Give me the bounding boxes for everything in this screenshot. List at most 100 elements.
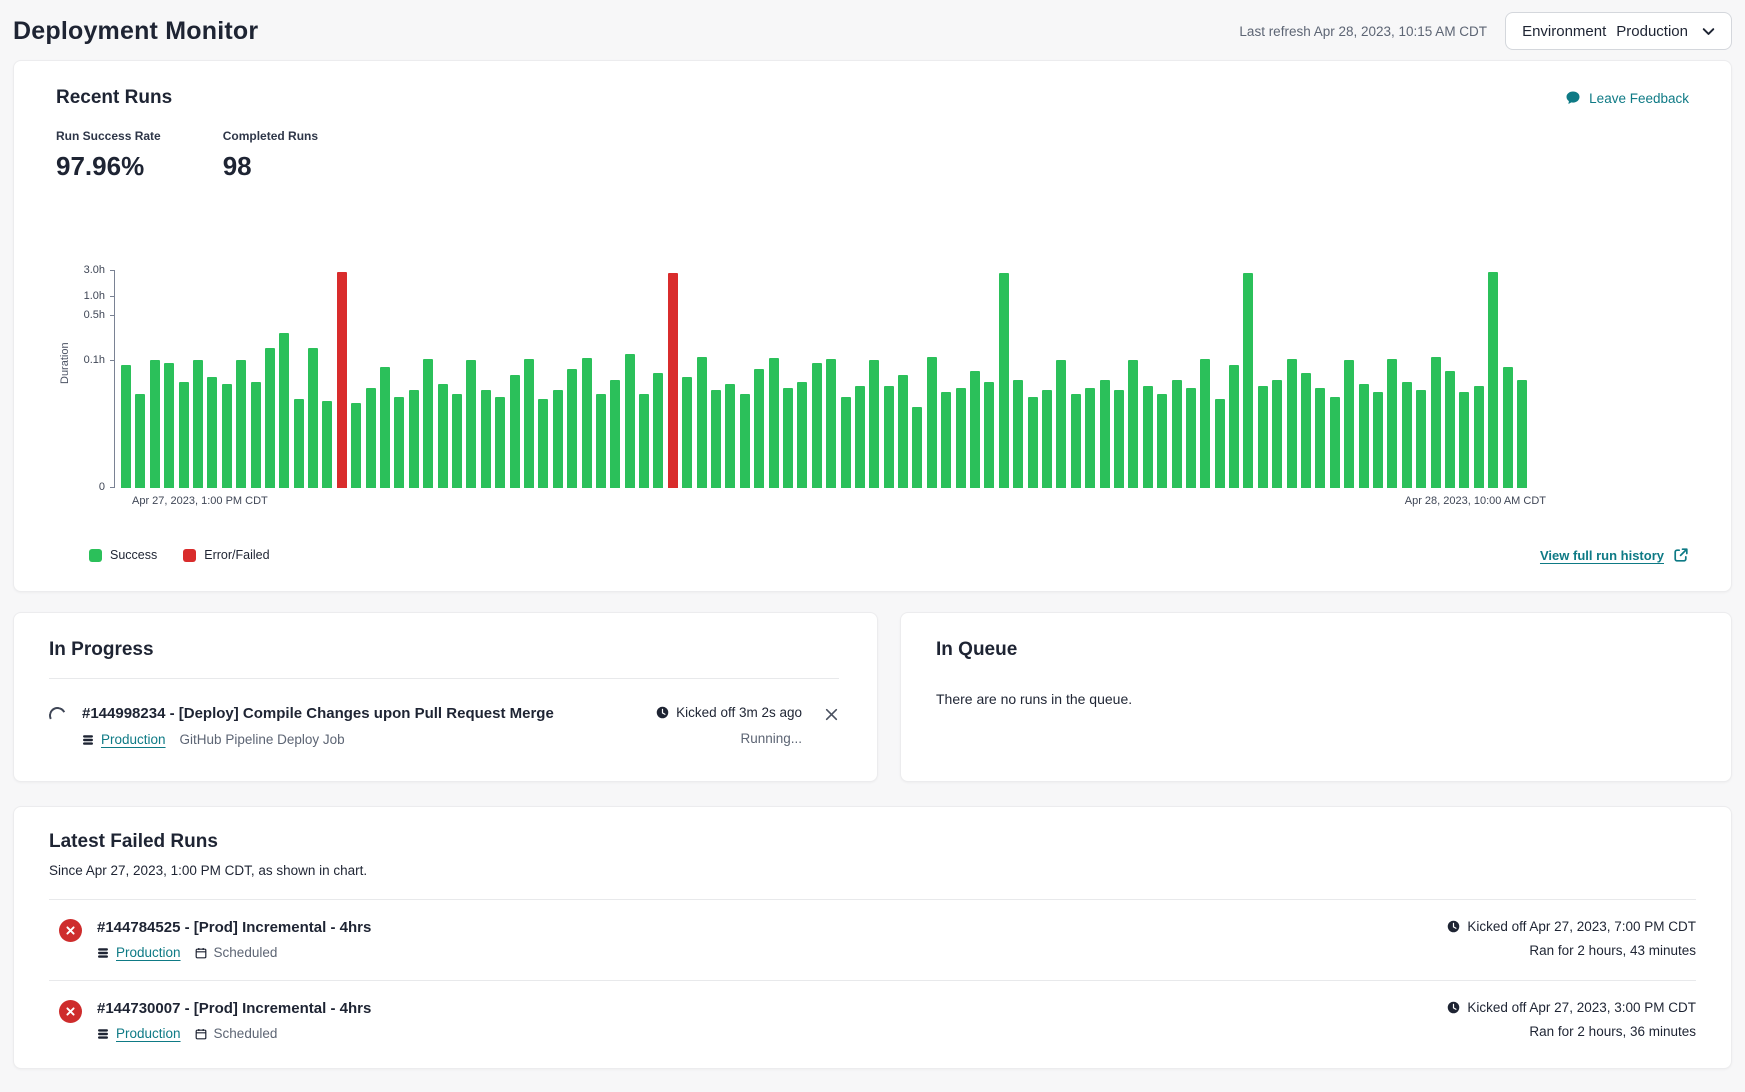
environment-selector[interactable]: Environment Production <box>1505 12 1732 50</box>
run-bar-success[interactable] <box>251 382 261 488</box>
run-bar-success[interactable] <box>308 348 318 488</box>
run-bar-success[interactable] <box>1459 392 1469 488</box>
run-bar-success[interactable] <box>394 397 404 488</box>
run-bar-success[interactable] <box>1402 382 1412 488</box>
run-bar-success[interactable] <box>1359 384 1369 488</box>
run-bar-success[interactable] <box>567 369 577 488</box>
run-bar-success[interactable] <box>1028 397 1038 488</box>
run-bar-success[interactable] <box>884 386 894 488</box>
run-bar-success[interactable] <box>1157 394 1167 488</box>
run-bar-success[interactable] <box>1172 380 1182 488</box>
environment-tag[interactable]: Production <box>97 945 181 960</box>
run-bar-success[interactable] <box>812 363 822 488</box>
environment-link[interactable]: Production <box>101 732 166 747</box>
run-bar-failed[interactable] <box>668 273 678 488</box>
run-bar-success[interactable] <box>740 394 750 488</box>
run-bar-success[interactable] <box>466 360 476 488</box>
run-bar-success[interactable] <box>1143 386 1153 488</box>
run-bar-success[interactable] <box>524 359 534 488</box>
run-bar-success[interactable] <box>279 333 289 488</box>
run-bar-success[interactable] <box>1330 397 1340 488</box>
run-bar-success[interactable] <box>639 394 649 488</box>
run-bar-success[interactable] <box>1517 380 1527 488</box>
run-bar-success[interactable] <box>438 384 448 488</box>
run-bar-success[interactable] <box>351 403 361 488</box>
run-bar-success[interactable] <box>697 357 707 488</box>
run-bar-success[interactable] <box>164 363 174 488</box>
run-bar-success[interactable] <box>1431 357 1441 488</box>
run-bar-success[interactable] <box>1301 373 1311 488</box>
run-bar-success[interactable] <box>294 399 304 488</box>
run-bar-success[interactable] <box>1215 399 1225 488</box>
run-bar-success[interactable] <box>1114 390 1124 488</box>
run-bar-success[interactable] <box>653 373 663 488</box>
run-bar-success[interactable] <box>193 360 203 488</box>
run-bar-success[interactable] <box>941 392 951 488</box>
run-bar-success[interactable] <box>1474 386 1484 488</box>
environment-tag[interactable]: Production <box>97 1026 181 1041</box>
run-bar-success[interactable] <box>783 388 793 488</box>
run-bar-success[interactable] <box>1373 392 1383 488</box>
run-bar-success[interactable] <box>423 359 433 488</box>
run-bar-success[interactable] <box>207 377 217 488</box>
run-bar-success[interactable] <box>1128 360 1138 488</box>
run-bar-success[interactable] <box>150 360 160 488</box>
run-bar-success[interactable] <box>495 397 505 488</box>
run-bar-success[interactable] <box>912 407 922 488</box>
run-bar-success[interactable] <box>1186 388 1196 488</box>
run-bar-success[interactable] <box>596 394 606 488</box>
close-icon[interactable] <box>824 707 839 722</box>
run-bar-success[interactable] <box>265 348 275 488</box>
run-bar-success[interactable] <box>970 371 980 488</box>
run-bar-success[interactable] <box>1344 360 1354 488</box>
run-bar-success[interactable] <box>1085 388 1095 488</box>
run-bar-success[interactable] <box>826 359 836 488</box>
run-bar-success[interactable] <box>855 386 865 488</box>
run-bar-success[interactable] <box>682 377 692 488</box>
run-bar-success[interactable] <box>1445 371 1455 488</box>
run-bar-success[interactable] <box>1042 390 1052 488</box>
environment-link[interactable]: Production <box>116 945 181 960</box>
environment-link[interactable]: Production <box>116 1026 181 1041</box>
run-bar-success[interactable] <box>956 388 966 488</box>
run-bar-success[interactable] <box>927 357 937 488</box>
run-bar-success[interactable] <box>1387 359 1397 488</box>
run-bar-success[interactable] <box>625 354 635 488</box>
run-bar-success[interactable] <box>769 358 779 488</box>
run-bar-success[interactable] <box>322 401 332 488</box>
run-bar-success[interactable] <box>121 365 131 488</box>
run-bar-success[interactable] <box>1258 386 1268 488</box>
run-bar-success[interactable] <box>510 375 520 488</box>
run-bar-success[interactable] <box>1071 394 1081 488</box>
run-bar-success[interactable] <box>380 367 390 488</box>
run-bar-success[interactable] <box>222 384 232 488</box>
run-bar-success[interactable] <box>1229 365 1239 488</box>
run-bar-success[interactable] <box>553 390 563 488</box>
view-full-run-history-link[interactable]: View full run history <box>1540 547 1689 563</box>
run-bar-success[interactable] <box>610 380 620 488</box>
run-bar-success[interactable] <box>1100 380 1110 488</box>
run-bar-success[interactable] <box>1013 380 1023 488</box>
run-bar-success[interactable] <box>135 394 145 488</box>
environment-tag[interactable]: Production <box>82 732 166 747</box>
run-bar-success[interactable] <box>898 375 908 488</box>
run-bar-success[interactable] <box>582 358 592 488</box>
run-bar-success[interactable] <box>1243 273 1253 488</box>
run-bar-success[interactable] <box>999 273 1009 488</box>
run-bar-success[interactable] <box>797 382 807 488</box>
run-bar-success[interactable] <box>1503 367 1513 488</box>
run-bar-success[interactable] <box>1287 359 1297 488</box>
run-bar-success[interactable] <box>409 390 419 488</box>
run-bar-success[interactable] <box>452 394 462 488</box>
run-bar-success[interactable] <box>236 360 246 488</box>
run-bar-success[interactable] <box>754 369 764 488</box>
run-bar-success[interactable] <box>538 399 548 488</box>
run-bar-failed[interactable] <box>337 272 347 488</box>
leave-feedback-link[interactable]: Leave Feedback <box>1565 90 1689 106</box>
run-bar-success[interactable] <box>366 388 376 488</box>
run-bar-success[interactable] <box>1488 272 1498 488</box>
run-bar-success[interactable] <box>179 382 189 488</box>
run-bar-success[interactable] <box>984 382 994 488</box>
run-bar-success[interactable] <box>841 397 851 488</box>
run-bar-success[interactable] <box>1272 380 1282 488</box>
